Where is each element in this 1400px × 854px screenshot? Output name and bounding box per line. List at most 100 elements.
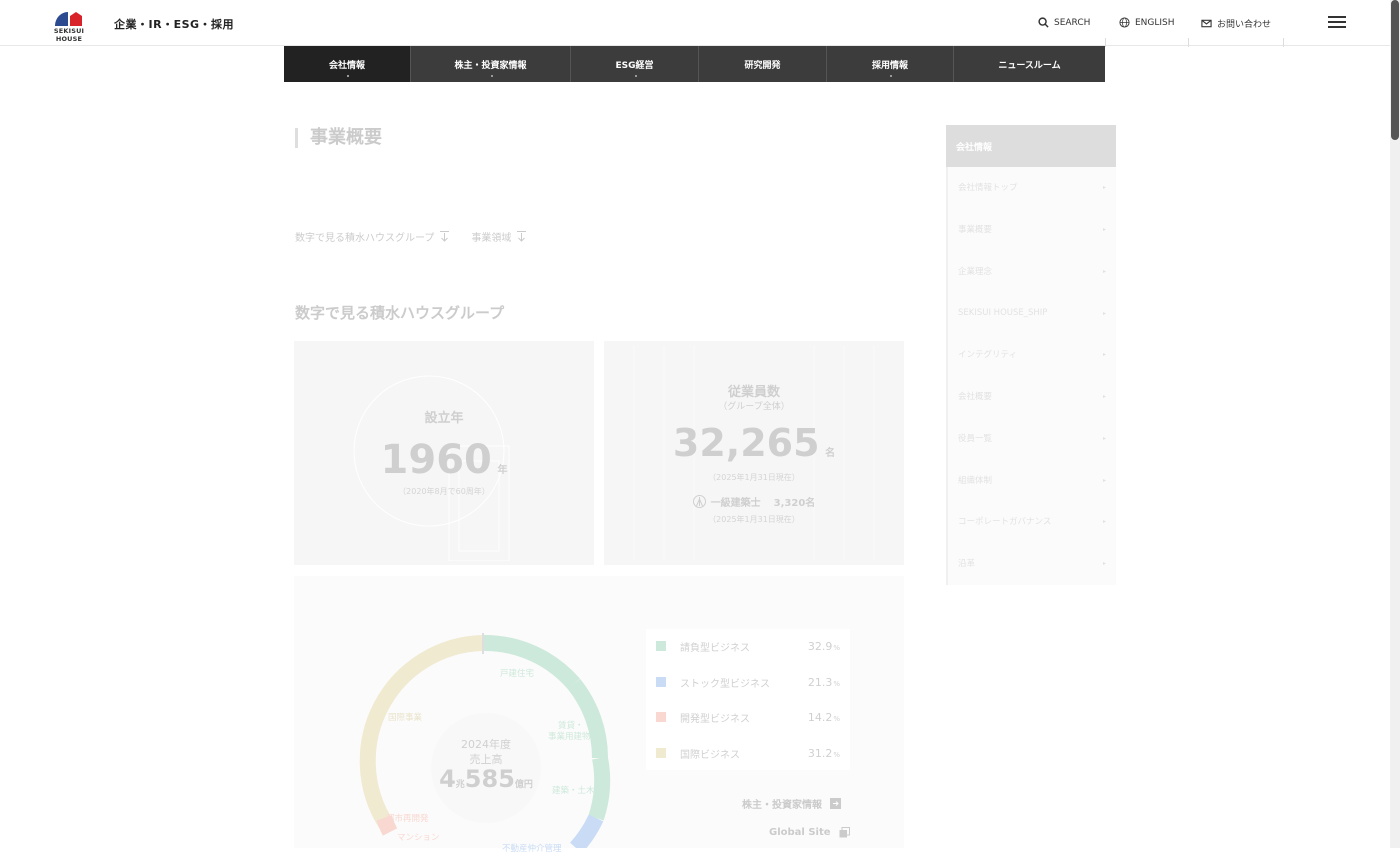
legend-value: 31.2% xyxy=(807,746,840,760)
founded-card: 設立年 1960 年 （2020年8月で60周年） xyxy=(294,341,594,565)
founded-note: （2020年8月で60周年） xyxy=(398,487,490,496)
employees-label: 従業員数 xyxy=(727,385,780,400)
sales-unit-a: 兆 xyxy=(455,780,465,790)
gnav-research[interactable]: 研究開発 xyxy=(699,46,827,82)
donut-segment-construction xyxy=(588,756,611,821)
mail-icon xyxy=(1201,19,1212,28)
sidenav-label: 会社概要 xyxy=(958,392,993,402)
architect-icon xyxy=(692,495,706,508)
site-title[interactable]: 企業・IR・ESG・採用 xyxy=(114,16,234,32)
global-nav: 会社情報 株主・投資家情報 ESG経営 研究開発 採用情報 ニュースルーム xyxy=(284,46,1105,82)
sidenav-item[interactable]: 組織体制 ▸ xyxy=(958,473,1106,487)
gnav-label: ESG経営 xyxy=(615,60,654,71)
chevron-down-icon xyxy=(490,75,493,77)
search-icon xyxy=(1038,17,1049,28)
legend-swatch xyxy=(656,641,666,651)
sidenav-item[interactable]: SEKISUI HOUSE_SHIP ▸ xyxy=(958,306,1106,320)
legend-swatch xyxy=(656,712,666,722)
sidenav-item[interactable]: インテグリティ ▸ xyxy=(958,347,1106,361)
sidenav-item[interactable]: 会社概要 ▸ xyxy=(958,389,1106,403)
legend-row: 請負型ビジネス 32.9% xyxy=(656,636,840,656)
english-link[interactable]: ENGLISH xyxy=(1119,17,1175,28)
chevron-right-icon: ▸ xyxy=(1102,392,1106,400)
employees-note: （2025年1月31日現在） xyxy=(708,473,800,482)
gnav-company[interactable]: 会社情報 xyxy=(284,46,411,82)
side-nav: 会社情報 会社情報トップ ▸ 事業概要 ▸ 企業理念 ▸ SEKISUI HOUSE_… xyxy=(946,125,1116,585)
gnav-newsroom[interactable]: ニュースルーム xyxy=(954,46,1105,82)
sekisui-logo[interactable]: SEKISUI HOUSE xyxy=(43,10,95,43)
founded-value: 1960 年 xyxy=(294,437,594,483)
founded-number: 1960 xyxy=(380,437,492,483)
chevron-right-icon: ▸ xyxy=(1102,225,1106,233)
gnav-label: 研究開発 xyxy=(744,60,781,71)
sales-amount: 4兆585億円 xyxy=(431,765,541,793)
sidenav-label: インテグリティ xyxy=(958,350,1017,360)
sales-amount-b: 585 xyxy=(464,765,515,793)
page-title: 事業概要 xyxy=(295,128,382,148)
legend-label: 国際ビジネス xyxy=(680,749,740,761)
arrow-down-icon xyxy=(517,231,527,242)
contact-label: お問い合わせ xyxy=(1217,20,1272,30)
logo-text: SEKISUI HOUSE xyxy=(53,27,85,43)
legend-swatch xyxy=(656,677,666,687)
gnav-label: 採用情報 xyxy=(871,60,908,71)
sidenav-label: 会社情報トップ xyxy=(958,183,1018,193)
sidenav-head[interactable]: 会社情報 xyxy=(946,125,1116,167)
search-label: SEARCH xyxy=(1054,17,1091,28)
founded-label: 設立年 xyxy=(424,411,464,426)
hamburger-icon[interactable] xyxy=(1328,16,1346,29)
sidenav-item[interactable]: 役員一覧 ▸ xyxy=(958,431,1106,445)
ring-label: 事業用建物 xyxy=(548,732,591,742)
arrow-down-icon xyxy=(440,231,450,242)
legend-row: 開発型ビジネス 14.2% xyxy=(656,707,840,727)
legend-label: 開発型ビジネス xyxy=(680,713,750,725)
gnav-esg[interactable]: ESG経営 xyxy=(571,46,699,82)
chevron-right-icon: ▸ xyxy=(1102,267,1106,275)
legend-value: 21.3% xyxy=(807,675,840,689)
gnav-investors[interactable]: 株主・投資家情報 xyxy=(411,46,571,82)
architect-row: 一級建築士 3,320名 xyxy=(604,494,904,509)
chevron-right-icon: ▸ xyxy=(1102,434,1106,442)
employees-unit: 名 xyxy=(825,448,836,459)
chevron-right-icon: ▸ xyxy=(1102,350,1106,358)
anchor-label: 事業領域 xyxy=(471,233,512,244)
sales-center-line1: 2024年度 xyxy=(461,738,511,751)
section-title: 数字で見る積水ハウスグループ xyxy=(295,304,505,322)
chevron-right-icon: ▸ xyxy=(1102,517,1106,525)
chevron-down-icon xyxy=(890,75,892,77)
anchor-link-business[interactable]: 事業領域 xyxy=(471,229,527,244)
investors-link[interactable]: 株主・投資家情報 xyxy=(742,796,841,811)
globe-icon xyxy=(1119,17,1130,28)
sidenav-label: 組織体制 xyxy=(958,476,993,486)
header-divider xyxy=(1188,38,1189,47)
gnav-label: 会社情報 xyxy=(328,60,365,71)
logo-mark-icon xyxy=(55,12,82,26)
search-link[interactable]: SEARCH xyxy=(1038,17,1090,28)
sidenav-label: 役員一覧 xyxy=(958,434,993,444)
legend-label: 請負型ビジネス xyxy=(680,642,750,654)
gnav-recruit[interactable]: 採用情報 xyxy=(827,46,954,82)
architect-value: 3,320名 xyxy=(773,498,816,509)
ring-label: 建築・土木 xyxy=(552,786,595,796)
arrow-right-box-icon xyxy=(830,798,841,809)
chevron-right-icon: ▸ xyxy=(1102,476,1106,484)
sidenav-item[interactable]: 企業理念 ▸ xyxy=(958,264,1106,278)
sidenav-item[interactable]: 沿革 ▸ xyxy=(958,556,1106,570)
sidenav-item[interactable]: 事業概要 ▸ xyxy=(958,222,1106,236)
sales-amount-a: 4 xyxy=(439,765,456,793)
global-site-link[interactable]: Global Site xyxy=(769,827,850,838)
chevron-right-icon: ▸ xyxy=(1102,559,1106,567)
architect-label: 一級建築士 xyxy=(710,498,761,509)
gnav-label: 株主・投資家情報 xyxy=(454,60,527,71)
investors-link-label: 株主・投資家情報 xyxy=(742,800,822,811)
employees-value: 32,265 名 xyxy=(604,421,904,465)
header-divider xyxy=(1283,38,1284,47)
external-link-icon xyxy=(839,827,850,838)
chevron-down-icon xyxy=(634,75,637,77)
scrollbar-thumb[interactable] xyxy=(1391,0,1399,140)
sidenav-item[interactable]: 会社情報トップ ▸ xyxy=(958,180,1106,194)
sidenav-label: 企業理念 xyxy=(958,267,993,277)
sidenav-item[interactable]: コーポレートガバナンス ▸ xyxy=(958,514,1106,528)
contact-link[interactable]: お問い合わせ xyxy=(1201,17,1271,30)
anchor-link-numbers[interactable]: 数字で見る積水ハウスグループ xyxy=(295,229,450,244)
